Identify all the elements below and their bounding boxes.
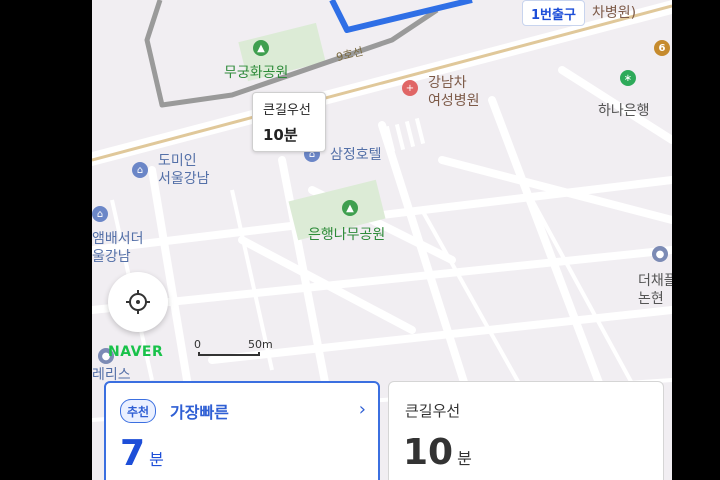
recommended-badge: 추천 [120, 399, 157, 423]
park-icon: ▲ [253, 40, 269, 56]
hotel-label: 삼정호텔 [330, 147, 382, 163]
current-location-button[interactable] [108, 272, 168, 332]
hotel-label: 앰배서더 울강남 [92, 231, 144, 265]
scale-line [198, 352, 260, 356]
route-minutes-unit: 분 [457, 449, 472, 468]
inn-label: 도미인 서울강남 [158, 153, 210, 187]
route-title: 큰길우선 [405, 402, 461, 420]
hotel-icon: ⌂ [92, 206, 108, 222]
route-tooltip-title: 큰길우선 [263, 103, 311, 118]
bank-icon: ∗ [620, 70, 636, 86]
route-tooltip-time: 10분 [263, 126, 298, 144]
place-icon: ● [652, 246, 668, 262]
park-label: 무궁화공원 [224, 65, 289, 81]
scale-zero: 0 [194, 338, 201, 351]
map-scale-bar: 0 50m [194, 338, 273, 358]
hotel-icon: ⌂ [132, 162, 148, 178]
chevron-right-icon[interactable]: › [359, 399, 366, 420]
route-duration: 10 분 [403, 432, 472, 473]
subway-line-icon: 6 [654, 40, 670, 56]
scale-distance: 50m [248, 338, 273, 351]
hospital-label: 차병원) [592, 5, 637, 21]
subway-exit-badge[interactable]: 1번출구 [522, 0, 585, 26]
naver-logo: NAVER [108, 344, 164, 360]
bank-label: 하나은행 [598, 103, 650, 119]
route-duration: 7분 [120, 433, 164, 474]
place-label: 더채플 논현 [638, 273, 672, 307]
map-screen[interactable]: ▲ + ∗ ⌂ ⌂ ▲ ⌂ ● ● 6 무궁화공원 강남차 여성병원 하나은행 … [92, 0, 672, 480]
route-card-fastest[interactable]: 추천 가장빠른 › 7분 [104, 381, 380, 480]
route-minutes-unit: 분 [149, 450, 164, 469]
park-icon: ▲ [342, 200, 358, 216]
crosshair-icon [126, 290, 150, 314]
route-title: 가장빠른 [170, 403, 229, 422]
hospital-label: 강남차 여성병원 [428, 75, 480, 109]
route-minutes: 10 [403, 432, 454, 473]
route-tooltip[interactable]: 큰길우선 10분 [252, 92, 326, 152]
park-label: 은행나무공원 [308, 227, 386, 243]
route-card-main-road[interactable]: 큰길우선 10 분 [388, 381, 664, 480]
hospital-icon: + [402, 80, 418, 96]
route-minutes: 7 [120, 433, 146, 474]
